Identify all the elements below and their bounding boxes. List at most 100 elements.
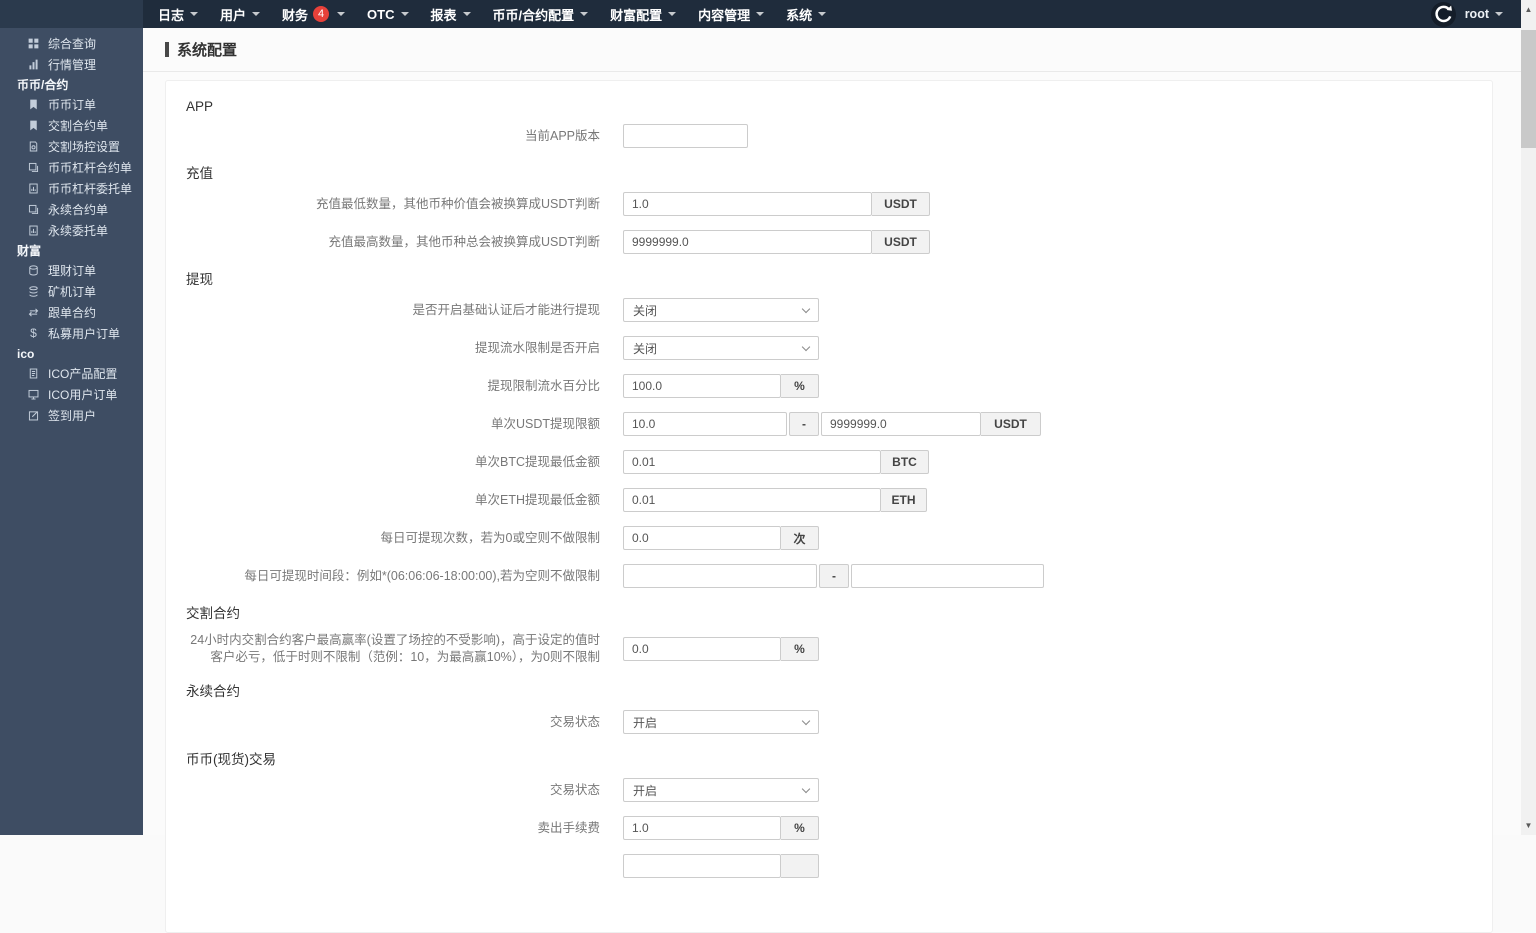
- scroll-up-arrow[interactable]: ▲: [1521, 2, 1536, 17]
- title-accent-bar: [165, 42, 169, 57]
- field-label: 交易状态: [186, 714, 600, 731]
- recharge-max-input[interactable]: [623, 230, 872, 254]
- nav-item-system[interactable]: 系统: [775, 0, 837, 28]
- scroll-down-arrow[interactable]: ▼: [1521, 818, 1536, 833]
- section-title-delivery: 交割合约: [186, 602, 1468, 622]
- sidebar-item-delivery-orders[interactable]: 交割合约单: [0, 115, 143, 136]
- sidebar-item-copy-trading[interactable]: 跟单合约: [0, 302, 143, 323]
- field-label: 提现限制流水百分比: [186, 378, 600, 395]
- nav-item-logs[interactable]: 日志: [147, 0, 209, 28]
- sidebar: 综合查询 行情管理 币币/合约 币币订单 交割合约单 交割场控设置 币币杠杆合约…: [0, 28, 143, 835]
- sidebar-section-wealth: 财富: [0, 242, 143, 260]
- form-row-partial-bottom: [186, 854, 1468, 878]
- nav-item-users[interactable]: 用户: [209, 0, 271, 28]
- user-menu[interactable]: root: [1465, 7, 1503, 21]
- sidebar-item-delivery-risk-settings[interactable]: 交割场控设置: [0, 136, 143, 157]
- form-row-withdraw-flow: 提现流水限制是否开启 关闭: [186, 336, 1468, 360]
- usdt-limit-max-input[interactable]: [821, 412, 981, 436]
- nav-item-wealth-config[interactable]: 财富配置: [599, 0, 687, 28]
- copy-icon: [27, 203, 40, 216]
- delivery-rate-input[interactable]: [623, 637, 781, 661]
- app-version-input[interactable]: [623, 124, 748, 148]
- sidebar-item-private-user-orders[interactable]: $私募用户订单: [0, 323, 143, 344]
- settings-card: APP 当前APP版本 充值 充值最低数量，其他币种价值会被换算成USDT判断 …: [165, 80, 1493, 933]
- withdraw-percent-input[interactable]: [623, 374, 781, 398]
- nav-label: 报表: [431, 5, 457, 24]
- page-header: 系统配置: [143, 28, 1521, 72]
- unit-addon: BTC: [881, 450, 929, 474]
- file-icon: [27, 367, 40, 380]
- recharge-min-input[interactable]: [623, 192, 872, 216]
- sidebar-item-wealth-orders[interactable]: 理财订单: [0, 260, 143, 281]
- chevron-down-icon: [463, 12, 471, 16]
- scrollbar-thumb[interactable]: [1521, 30, 1536, 148]
- sidebar-item-margin-entrust-orders[interactable]: 币币杠杆委托单: [0, 178, 143, 199]
- section-title-withdraw: 提现: [186, 268, 1468, 288]
- sidebar-item-margin-contract-orders[interactable]: 币币杠杆合约单: [0, 157, 143, 178]
- copy-icon: [27, 161, 40, 174]
- time-range-start-input[interactable]: [623, 564, 817, 588]
- market-chart-icon: [27, 58, 40, 71]
- spot-status-select[interactable]: 开启: [623, 778, 819, 802]
- chevron-down-icon: [818, 12, 826, 16]
- username: root: [1465, 7, 1489, 21]
- unit-addon: USDT: [981, 412, 1041, 436]
- sidebar-item-market[interactable]: 行情管理: [0, 54, 143, 75]
- refresh-avatar-icon[interactable]: [1431, 2, 1456, 27]
- btc-min-input[interactable]: [623, 450, 881, 474]
- partial-bottom-input[interactable]: [623, 854, 781, 878]
- topbar: 日志 用户 财务4 OTC 报表 币币/合约配置 财富配置 内容管理 系统 ro…: [0, 0, 1521, 28]
- grid-icon: [27, 37, 40, 50]
- nav-item-coin-contract-config[interactable]: 币币/合约配置: [482, 0, 600, 28]
- sidebar-item-spot-orders[interactable]: 币币订单: [0, 94, 143, 115]
- withdraw-auth-select[interactable]: 关闭: [623, 298, 819, 322]
- field-label: 单次ETH提现最低金额: [186, 492, 600, 509]
- main-content: 系统配置 APP 当前APP版本 充值 充值最低数量，其他币种价值会被换算成US…: [143, 28, 1521, 835]
- chevron-down-icon: [802, 342, 810, 350]
- repeat-icon: [27, 306, 40, 319]
- nav-item-reports[interactable]: 报表: [420, 0, 482, 28]
- sidebar-item-ico-user-orders[interactable]: ICO用户订单: [0, 384, 143, 405]
- time-range-end-input[interactable]: [851, 564, 1044, 588]
- nav-label: 日志: [158, 5, 184, 24]
- section-title-app: APP: [186, 99, 1468, 114]
- nav-label: OTC: [367, 7, 394, 22]
- field-label: 充值最高数量，其他币种总会被换算成USDT判断: [186, 234, 600, 251]
- unit-addon: %: [781, 637, 819, 661]
- sidebar-item-ico-product-config[interactable]: ICO产品配置: [0, 363, 143, 384]
- edit-icon: [27, 409, 40, 422]
- nav-item-finance[interactable]: 财务4: [271, 0, 356, 28]
- form-row-withdraw-auth: 是否开启基础认证后才能进行提现 关闭: [186, 298, 1468, 322]
- stack-icon: [27, 285, 40, 298]
- eth-min-input[interactable]: [623, 488, 881, 512]
- sell-fee-input[interactable]: [623, 816, 781, 840]
- perpetual-status-select[interactable]: 开启: [623, 710, 819, 734]
- form-row-withdraw-daily-count: 每日可提现次数，若为0或空则不做限制 次: [186, 526, 1468, 550]
- daily-count-input[interactable]: [623, 526, 781, 550]
- unit-addon: 次: [781, 526, 819, 550]
- chevron-down-icon: [668, 12, 676, 16]
- field-label: 充值最低数量，其他币种价值会被换算成USDT判断: [186, 196, 600, 213]
- sidebar-item-miner-orders[interactable]: 矿机订单: [0, 281, 143, 302]
- chevron-down-icon: [802, 304, 810, 312]
- range-separator: -: [789, 412, 819, 436]
- form-row-withdraw-eth-min: 单次ETH提现最低金额 ETH: [186, 488, 1468, 512]
- file-chart-icon: [27, 224, 40, 237]
- chevron-down-icon: [756, 12, 764, 16]
- sidebar-item-perpetual-contract-orders[interactable]: 永续合约单: [0, 199, 143, 220]
- usdt-limit-min-input[interactable]: [623, 412, 787, 436]
- field-label: 每日可提现时间段：例如*(06:06:06-18:00:00),若为空则不做限制: [186, 568, 600, 585]
- sidebar-item-checkin-users[interactable]: 签到用户: [0, 405, 143, 426]
- form-row-recharge-min: 充值最低数量，其他币种价值会被换算成USDT判断 USDT: [186, 192, 1468, 216]
- page-scrollbar[interactable]: ▲ ▼: [1521, 0, 1536, 835]
- chevron-down-icon: [252, 12, 260, 16]
- sidebar-item-perpetual-entrust-orders[interactable]: 永续委托单: [0, 220, 143, 241]
- field-label: 单次BTC提现最低金额: [186, 454, 600, 471]
- sidebar-item-overview[interactable]: 综合查询: [0, 33, 143, 54]
- unit-addon: %: [781, 816, 819, 840]
- unit-addon: USDT: [872, 192, 930, 216]
- withdraw-flow-select[interactable]: 关闭: [623, 336, 819, 360]
- nav-item-content[interactable]: 内容管理: [687, 0, 775, 28]
- unit-addon: USDT: [872, 230, 930, 254]
- nav-item-otc[interactable]: OTC: [356, 0, 419, 28]
